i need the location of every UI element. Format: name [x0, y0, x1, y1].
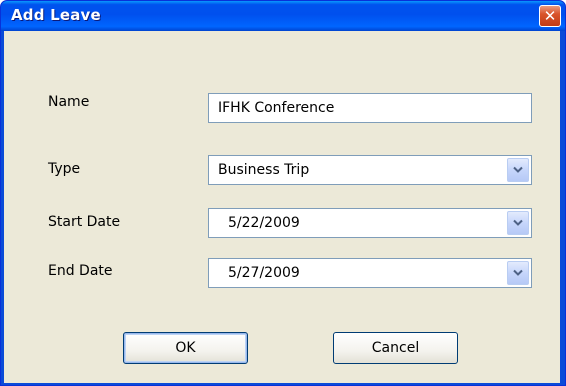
chevron-down-icon — [513, 166, 523, 173]
type-select[interactable]: Business Trip — [208, 155, 532, 185]
type-dropdown-button[interactable] — [507, 158, 529, 182]
start-date-dropdown-button[interactable] — [507, 211, 529, 235]
ok-button[interactable]: OK — [123, 332, 248, 364]
start-date-value: 5/22/2009 — [228, 215, 300, 231]
type-value: Business Trip — [218, 162, 310, 178]
cancel-button[interactable]: Cancel — [333, 332, 458, 364]
type-label: Type — [48, 161, 81, 177]
dialog-body: Name IFHK Conference Type Business Trip … — [4, 31, 560, 383]
close-button[interactable]: ✕ — [539, 5, 561, 27]
window-title: Add Leave — [11, 6, 101, 24]
name-label: Name — [48, 94, 90, 110]
chevron-down-icon — [513, 219, 523, 226]
chevron-down-icon — [513, 269, 523, 276]
start-date-label: Start Date — [48, 214, 121, 230]
add-leave-dialog: Add Leave ✕ Name IFHK Conference Type Bu… — [0, 0, 566, 386]
title-bar[interactable]: Add Leave ✕ — [1, 1, 565, 31]
end-date-label: End Date — [48, 263, 113, 279]
end-date-value: 5/27/2009 — [228, 265, 300, 281]
start-date-picker[interactable]: 5/22/2009 — [208, 208, 532, 238]
name-input[interactable]: IFHK Conference — [208, 93, 532, 123]
end-date-dropdown-button[interactable] — [507, 261, 529, 285]
close-icon: ✕ — [543, 7, 557, 25]
end-date-picker[interactable]: 5/27/2009 — [208, 258, 532, 288]
